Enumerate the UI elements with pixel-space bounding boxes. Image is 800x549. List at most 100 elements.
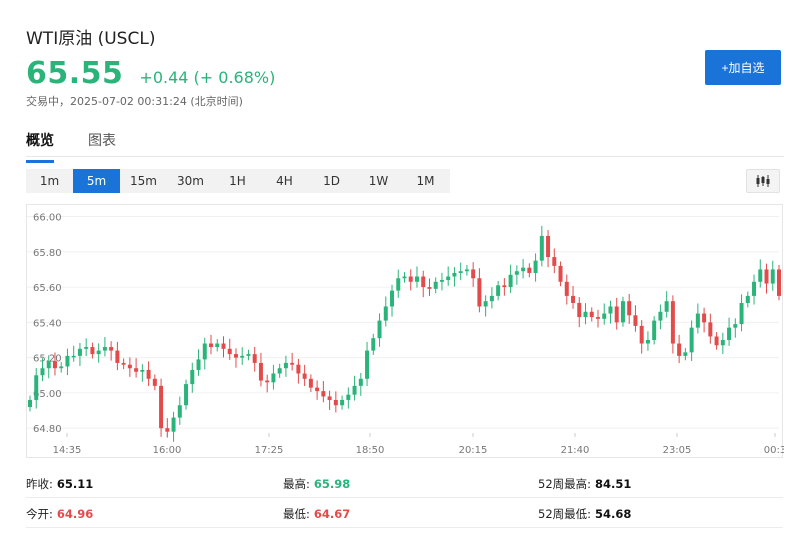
candle-body	[620, 301, 625, 323]
price-chart[interactable]: 66.00 65.80 65.60 65.40 65.20 65.00 64.80 14:35…	[26, 204, 784, 458]
candle-body	[196, 359, 201, 370]
candle-body	[165, 428, 170, 432]
candle-body	[583, 311, 588, 318]
stats-row: 今开: 64.96 最低: 64.67 52周最低: 54.68	[26, 500, 783, 528]
candle-body	[739, 302, 744, 325]
stats-row: 昨收: 65.11 最高: 65.98 52周最高: 84.51	[26, 470, 783, 498]
period-1w[interactable]: 1W	[355, 169, 402, 193]
candle-body	[371, 338, 376, 351]
candlestick-icon	[756, 175, 770, 187]
candle-body	[664, 301, 669, 312]
candle-body	[215, 343, 220, 348]
x-tick-label: 16:00	[153, 445, 182, 456]
tab-divider	[26, 156, 784, 157]
stat-value: 65.98	[313, 477, 351, 491]
y-tick-label: 65.40	[33, 318, 62, 329]
candle-body	[558, 265, 563, 282]
candle-body	[564, 281, 569, 296]
candle-body	[171, 417, 176, 432]
candle-body	[28, 399, 32, 408]
candle-body	[396, 278, 401, 291]
candle-body	[315, 387, 320, 392]
period-1h[interactable]: 1H	[214, 169, 261, 193]
candle-body	[115, 350, 120, 363]
stat-prev-close: 昨收: 65.11	[26, 476, 93, 492]
candle-body	[184, 384, 189, 406]
candle-body	[152, 378, 157, 386]
period-4h[interactable]: 4H	[261, 169, 308, 193]
x-tick-label: 21:40	[561, 445, 590, 456]
x-tick-label: 23:05	[663, 445, 692, 456]
candle-body	[758, 269, 763, 282]
tab-bar: 概览 图表	[26, 130, 150, 163]
candle-body	[321, 391, 326, 397]
candle-body	[614, 306, 619, 323]
candle-body	[233, 354, 238, 358]
stat-value: 65.11	[56, 477, 94, 491]
candle-body	[652, 320, 657, 340]
candle-body	[40, 368, 45, 376]
candle-body	[496, 285, 501, 296]
candle-body	[770, 269, 775, 284]
candle-body	[752, 281, 757, 296]
candle-body	[402, 276, 407, 279]
candle-body	[602, 313, 607, 319]
candle-body	[202, 343, 207, 360]
candle-body	[539, 235, 544, 261]
candle-body	[745, 295, 750, 303]
candle-body	[327, 396, 332, 400]
stat-high: 最高: 65.98	[283, 476, 350, 492]
candle-body	[708, 322, 713, 337]
candle-body	[77, 348, 82, 356]
stat-52w-low: 52周最低: 54.68	[538, 506, 631, 522]
candle-body	[502, 285, 507, 288]
candle-body	[71, 355, 76, 358]
tab-overview[interactable]: 概览	[26, 130, 54, 163]
candle-body	[246, 354, 251, 356]
candle-body	[302, 373, 307, 379]
candle-body	[308, 378, 313, 388]
x-tick-label: 18:50	[356, 445, 385, 456]
candle-body	[290, 362, 295, 365]
stat-label: 52周最高:	[538, 477, 592, 491]
candle-body	[527, 267, 532, 273]
candle-body	[733, 324, 738, 328]
candle-body	[720, 339, 725, 346]
stat-open: 今开: 64.96	[26, 506, 93, 522]
candle-body	[258, 362, 263, 381]
period-1m[interactable]: 1m	[26, 169, 73, 193]
period-1d[interactable]: 1D	[308, 169, 355, 193]
candle-body	[346, 394, 351, 400]
period-1mo[interactable]: 1M	[402, 169, 449, 193]
candle-body	[140, 369, 145, 372]
stat-label: 52周最低:	[538, 507, 592, 521]
period-5m[interactable]: 5m	[73, 169, 120, 193]
candle-body	[333, 399, 338, 406]
period-30m[interactable]: 30m	[167, 169, 214, 193]
candle-body	[627, 301, 632, 316]
period-15m[interactable]: 15m	[120, 169, 167, 193]
last-price: 65.55	[26, 56, 124, 91]
candle-body	[521, 267, 526, 272]
candle-body	[46, 361, 51, 369]
candle-body	[439, 280, 444, 282]
chart-type-button[interactable]	[746, 169, 780, 193]
candle-body	[65, 355, 70, 367]
tab-chart[interactable]: 图表	[88, 130, 116, 163]
candle-body	[159, 385, 164, 429]
candle-body	[608, 306, 613, 314]
period-selector: 1m 5m 15m 30m 1H 4H 1D 1W 1M	[26, 169, 450, 193]
candle-body	[777, 269, 781, 296]
candle-body	[421, 276, 426, 288]
candle-body	[452, 272, 457, 277]
candle-body	[414, 276, 419, 282]
add-to-watchlist-button[interactable]: +加自选	[705, 50, 781, 85]
candle-body	[121, 362, 126, 365]
candle-body	[702, 313, 707, 323]
price-row: 65.55 +0.44 (+ 0.68%)	[26, 56, 275, 91]
price-change: +0.44 (+ 0.68%)	[139, 68, 276, 87]
candle-body	[365, 350, 370, 379]
candle-body	[134, 368, 139, 372]
candle-body	[727, 327, 732, 340]
y-tick-label: 64.80	[33, 424, 62, 435]
